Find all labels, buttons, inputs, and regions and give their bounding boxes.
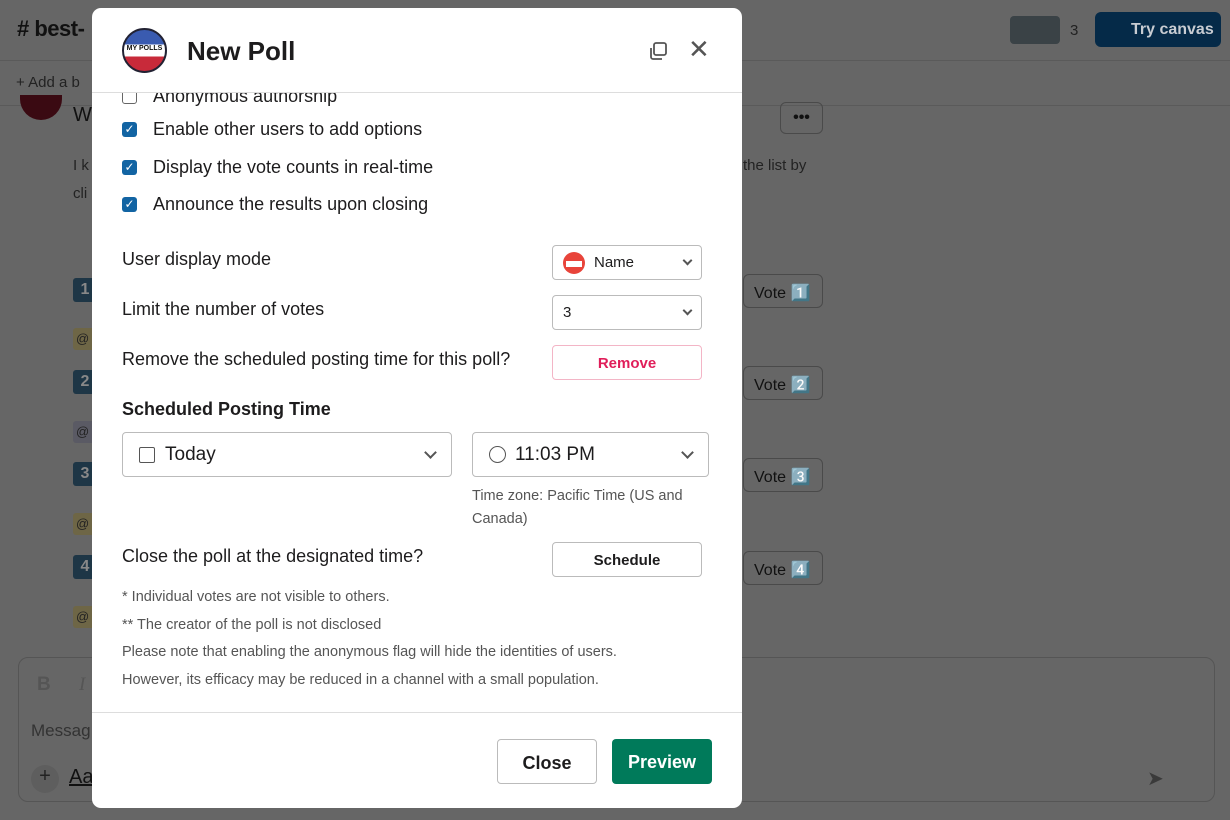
member-count[interactable]: 3 [1070, 22, 1078, 39]
checkbox-enable-add-options[interactable]: ✓ Enable other users to add options [122, 119, 422, 140]
checkbox-label: Display the vote counts in real-time [153, 157, 434, 177]
checkbox-anonymous-authorship[interactable]: Anonymous authorship [122, 93, 337, 107]
close-button[interactable]: Close [497, 739, 597, 784]
checkbox-checked[interactable]: ✓ [122, 160, 137, 175]
logo-text: MY POLLS [126, 45, 163, 52]
poll-bot-avatar [20, 95, 62, 120]
modal-body: Anonymous authorship ✓ Enable other users… [92, 93, 742, 712]
selected-value: Name [594, 254, 635, 271]
selected-value: 3 [563, 304, 572, 321]
vote-button-3[interactable]: Vote 3️⃣ [743, 458, 823, 492]
timezone-text: Time zone: Pacific Time (US and Canada) [472, 488, 683, 527]
chevron-down-icon [681, 446, 694, 459]
checkbox-label: Enable other users to add options [153, 119, 423, 139]
clock-icon [489, 446, 506, 463]
vote-button-1[interactable]: Vote 1️⃣ [743, 274, 823, 308]
my-polls-logo: MY POLLS [122, 28, 167, 73]
checkbox-label: Announce the results upon closing [153, 194, 429, 214]
user-display-mode-label: User display mode [122, 249, 272, 269]
scheduled-posting-heading: Scheduled Posting Time [122, 399, 331, 419]
formatting-button[interactable]: Aa [69, 766, 93, 789]
time-picker[interactable]: 11:03 PM [472, 432, 709, 477]
checkbox-realtime-counts[interactable]: ✓ Display the vote counts in real-time [122, 157, 433, 178]
bold-button[interactable]: B [37, 674, 51, 696]
copy-icon[interactable] [648, 41, 668, 61]
chevron-down-icon [682, 305, 693, 316]
limit-votes-select[interactable]: 3 [552, 295, 702, 330]
checkbox-announce-results[interactable]: ✓ Announce the results upon closing [122, 194, 428, 215]
message-text: the list by [743, 157, 807, 174]
checkbox-checked[interactable]: ✓ [122, 197, 137, 212]
schedule-button[interactable]: Schedule [552, 542, 702, 577]
checkbox-checked[interactable]: ✓ [122, 122, 137, 137]
calendar-icon [139, 446, 155, 463]
new-poll-modal: MY POLLS New Poll ✕ Anonymous authorship… [92, 8, 742, 808]
channel-name[interactable]: # best- [17, 16, 85, 42]
note-text: However, its efficacy may be reduced in … [122, 672, 599, 688]
checkbox-label: Anonymous authorship [153, 93, 338, 106]
name-badge-icon [563, 251, 585, 274]
user-display-mode-select[interactable]: Name [552, 245, 702, 280]
italic-button[interactable]: I [79, 674, 85, 696]
sender-name: W [73, 104, 92, 126]
preview-button[interactable]: Preview [612, 739, 712, 784]
date-value: Today [165, 443, 216, 465]
close-icon[interactable]: ✕ [688, 36, 710, 62]
more-actions-button[interactable]: ••• [780, 102, 823, 134]
send-icon[interactable]: ➤ [1147, 766, 1164, 791]
note-text: Please note that enabling the anonymous … [122, 644, 617, 660]
vote-button-4[interactable]: Vote 4️⃣ [743, 551, 823, 585]
remove-schedule-label: Remove the scheduled posting time for th… [122, 349, 511, 369]
modal-footer: Close Preview [92, 712, 742, 808]
note-text: * Individual votes are not visible to ot… [122, 589, 390, 605]
modal-header: MY POLLS New Poll ✕ [92, 8, 742, 93]
date-picker[interactable]: Today [122, 432, 452, 477]
chevron-down-icon [424, 446, 437, 459]
try-canvas-button[interactable]: Try canvas [1095, 12, 1221, 47]
limit-votes-label: Limit the number of votes [122, 299, 325, 319]
member-avatars[interactable] [1010, 16, 1060, 44]
plus-icon[interactable]: + [31, 765, 59, 793]
note-text: ** The creator of the poll is not disclo… [122, 617, 382, 633]
message-text: I k [73, 157, 89, 174]
modal-title: New Poll [187, 36, 296, 66]
close-poll-label: Close the poll at the designated time? [122, 546, 424, 566]
remove-button[interactable]: Remove [552, 345, 702, 380]
checkbox[interactable] [122, 93, 137, 104]
add-bookmark[interactable]: + Add a b [16, 74, 80, 91]
message-text: cli [73, 185, 88, 202]
vote-button-2[interactable]: Vote 2️⃣ [743, 366, 823, 400]
time-value: 11:03 PM [515, 443, 595, 465]
message-input[interactable]: Messag [31, 721, 91, 741]
chevron-down-icon [682, 255, 693, 266]
